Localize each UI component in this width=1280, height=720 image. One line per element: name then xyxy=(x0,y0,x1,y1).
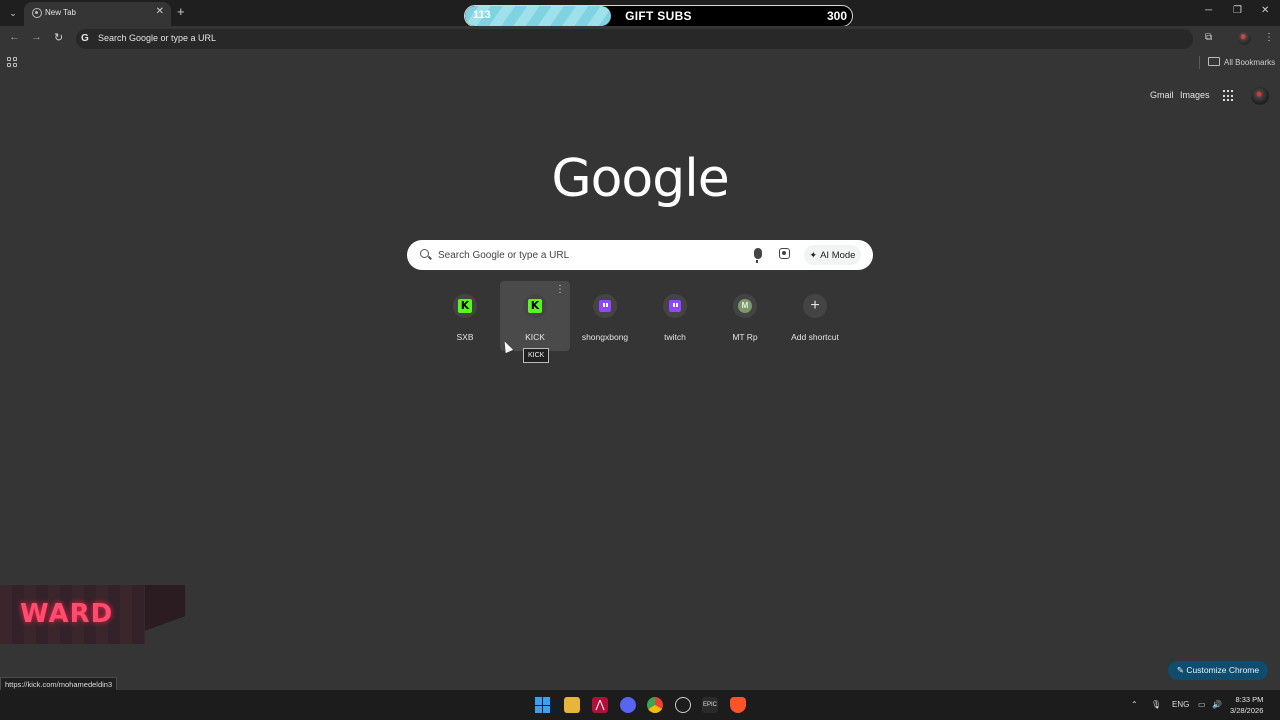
file-explorer-icon[interactable] xyxy=(564,697,580,713)
shortcut-tooltip: KICK xyxy=(523,348,550,363)
stream-overlay-logo: WARD xyxy=(0,585,185,644)
microphone-icon[interactable] xyxy=(754,248,762,263)
gmail-link[interactable]: Gmail xyxy=(1150,90,1174,100)
windows-taskbar: ⋀ EPIC ⌃ 🎙 ENG ▭ 🔊 8:33 PM 3/28/2026 xyxy=(0,690,1280,720)
extensions-icon[interactable]: ⧉ xyxy=(1205,32,1212,43)
epic-games-icon[interactable]: EPIC xyxy=(702,697,718,713)
tab-strip: ⌄ New Tab ✕ + 113 GIFT SUBS 300 ─ ❐ ✕ xyxy=(0,0,1280,27)
kick-icon: K xyxy=(528,299,542,313)
letter-m-icon: M xyxy=(738,299,752,313)
shortcut-twitch[interactable]: twitch xyxy=(640,281,710,351)
account-avatar[interactable] xyxy=(1251,87,1269,105)
forward-icon[interactable]: → xyxy=(31,31,42,43)
gift-subs-label: GIFT SUBS xyxy=(625,9,692,23)
minimize-icon[interactable]: ─ xyxy=(1205,5,1212,16)
bookmarks-bar: All Bookmarks xyxy=(0,52,1280,72)
twitch-icon xyxy=(669,300,681,312)
shortcut-label: SXB xyxy=(456,332,474,342)
menu-kebab-icon[interactable]: ⋮ xyxy=(1264,32,1274,43)
brave-icon[interactable] xyxy=(730,697,746,713)
google-apps-icon[interactable] xyxy=(1223,90,1235,102)
tray-microphone-icon[interactable]: 🎙 xyxy=(1151,700,1161,709)
shortcut-mt-rp[interactable]: M MT Rp xyxy=(710,281,780,351)
shortcut-label: shongxbong xyxy=(581,332,629,342)
shortcut-menu-icon[interactable]: ⋮ xyxy=(555,285,565,295)
volume-icon[interactable]: 🔊 xyxy=(1212,700,1222,709)
network-icon[interactable]: ▭ xyxy=(1198,700,1206,709)
shortcut-label: twitch xyxy=(664,332,686,342)
folder-icon xyxy=(1208,57,1220,66)
clock-date: 3/28/2026 xyxy=(1230,706,1264,715)
tray-overflow-icon[interactable]: ⌃ xyxy=(1131,700,1138,709)
google-lens-icon[interactable] xyxy=(779,248,790,259)
search-input[interactable] xyxy=(438,248,738,262)
chrome-taskbar-icon[interactable] xyxy=(647,697,663,713)
shortcut-label: Add shortcut xyxy=(791,332,839,342)
new-tab-button[interactable]: + xyxy=(177,4,185,20)
profile-avatar-icon[interactable] xyxy=(1238,32,1251,45)
apps-grid-icon[interactable] xyxy=(7,57,17,67)
back-icon[interactable]: ← xyxy=(9,31,20,43)
obs-icon[interactable] xyxy=(675,697,691,713)
app-icon[interactable]: ⋀ xyxy=(592,697,608,713)
gift-subs-goal: 300 xyxy=(826,9,847,23)
browser-toolbar: ← → ↻ G Search Google or type a URL ⧉ ⋮ xyxy=(0,26,1280,52)
kick-icon: K xyxy=(458,299,472,313)
bookmarks-divider xyxy=(1199,56,1200,69)
shortcut-kick[interactable]: K KICK ⋮ xyxy=(500,281,570,351)
omnibox-placeholder: Search Google or type a URL xyxy=(98,33,217,43)
shortcut-label: MT Rp xyxy=(732,332,758,342)
google-logo: Google xyxy=(551,149,729,209)
clock-time: 8:33 PM xyxy=(1235,695,1264,704)
plus-icon: + xyxy=(810,297,820,314)
google-g-icon: G xyxy=(81,33,89,44)
window-close-icon[interactable]: ✕ xyxy=(1261,5,1269,16)
gift-subs-goal-bar: 113 GIFT SUBS 300 xyxy=(464,5,853,27)
twitch-icon xyxy=(599,300,611,312)
tab-title: New Tab xyxy=(45,8,76,17)
search-box[interactable]: ✦AI Mode xyxy=(407,240,873,270)
add-shortcut-button[interactable]: + Add shortcut xyxy=(780,281,850,351)
overlay-logo-text: WARD xyxy=(20,599,114,629)
search-icon xyxy=(420,249,429,258)
shortcut-label: KICK xyxy=(525,332,545,342)
chrome-icon xyxy=(32,8,42,18)
language-indicator[interactable]: ENG xyxy=(1172,700,1189,709)
customize-chrome-button[interactable]: ✎ Customize Chrome xyxy=(1168,661,1268,680)
customize-chrome-label: Customize Chrome xyxy=(1186,665,1260,675)
reload-icon[interactable]: ↻ xyxy=(54,31,63,44)
all-bookmarks-button[interactable]: All Bookmarks xyxy=(1208,57,1275,67)
omnibox[interactable]: G Search Google or type a URL xyxy=(76,29,1193,49)
ai-mode-button[interactable]: ✦ AI Mode xyxy=(804,245,861,265)
discord-icon[interactable] xyxy=(620,697,636,713)
all-bookmarks-label: All Bookmarks xyxy=(1224,58,1276,67)
close-icon[interactable]: ✕ xyxy=(156,6,164,17)
ai-sparkle-icon: ✦ xyxy=(809,250,818,260)
ai-mode-label: AI Mode xyxy=(820,250,856,261)
tab-new-tab[interactable]: New Tab ✕ xyxy=(24,2,171,26)
pencil-icon: ✎ xyxy=(1176,665,1187,675)
tab-search-button[interactable]: ⌄ xyxy=(5,5,21,21)
taskbar-clock[interactable]: 8:33 PM 3/28/2026 xyxy=(1230,694,1263,716)
shortcut-shongxbong[interactable]: shongxbong xyxy=(570,281,640,351)
maximize-icon[interactable]: ❐ xyxy=(1233,5,1242,16)
images-link[interactable]: Images xyxy=(1180,90,1210,100)
shortcut-sxb[interactable]: K SXB xyxy=(430,281,500,351)
windows-start-icon[interactable] xyxy=(535,697,551,713)
